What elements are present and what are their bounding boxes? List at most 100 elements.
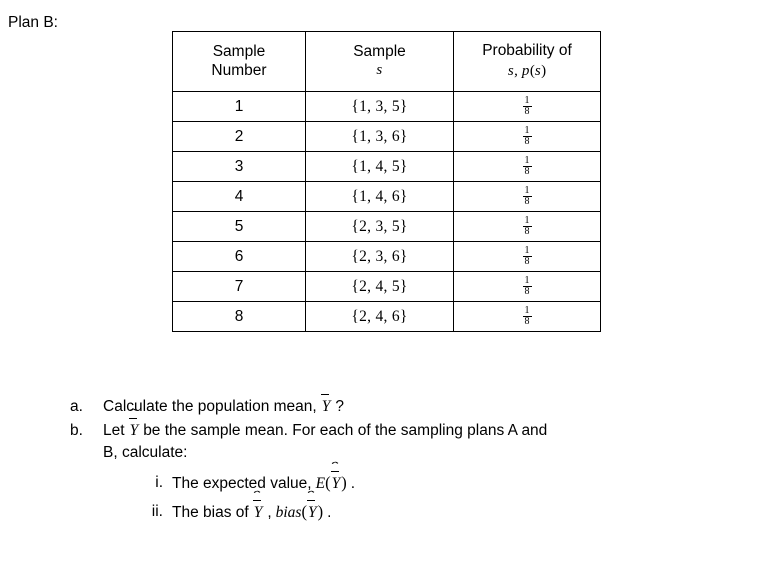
header-line-2-math: s, p(s) bbox=[454, 61, 600, 81]
fraction-denominator: 8 bbox=[524, 286, 530, 297]
question-a-text-after: ? bbox=[335, 398, 344, 415]
cell-sample-number: 2 bbox=[172, 121, 306, 152]
fraction-denominator: 8 bbox=[524, 136, 530, 147]
overbar-accent bbox=[321, 394, 329, 395]
table-row: 5 {2, 3, 5} 1 8 bbox=[172, 211, 601, 242]
question-item-b-i: i. The expected value, E(Y). bbox=[0, 471, 757, 495]
hat-accent bbox=[308, 492, 315, 497]
header-line-1: Sample bbox=[212, 42, 266, 60]
bias-operator: bias bbox=[275, 504, 302, 521]
question-item-a: a. Calculate the population mean, Y? bbox=[0, 394, 757, 418]
y-hat-bar-symbol: Y bbox=[253, 500, 264, 524]
plan-label: Plan B: bbox=[8, 14, 58, 31]
cell-probability: 1 8 bbox=[453, 241, 601, 272]
header-comma: , bbox=[514, 62, 518, 79]
question-marker-b: b. bbox=[70, 422, 83, 439]
question-b-text-after: be the sample mean. For each of the samp… bbox=[103, 422, 548, 461]
table-row: 3 {1, 4, 5} 1 8 bbox=[172, 151, 601, 182]
fraction-denominator: 8 bbox=[524, 106, 530, 117]
y-bar-symbol: Y bbox=[321, 394, 332, 418]
table-header-row: Sample Number Sample s Probability of s,… bbox=[172, 31, 601, 92]
hat-accent bbox=[332, 463, 339, 468]
cell-sample-number: 5 bbox=[172, 211, 306, 242]
fraction: 1 8 bbox=[522, 156, 532, 177]
fraction-denominator: 8 bbox=[524, 226, 530, 237]
y-glyph: Y bbox=[307, 504, 317, 521]
cell-sample-set: {1, 3, 6} bbox=[305, 121, 454, 152]
question-text-b-ii: The bias of Y, bias(Y). bbox=[172, 500, 757, 524]
cell-sample-set: {2, 3, 5} bbox=[305, 211, 454, 242]
y-glyph: Y bbox=[331, 475, 341, 492]
fraction-denominator: 8 bbox=[524, 316, 530, 327]
cell-probability: 1 8 bbox=[453, 301, 601, 332]
header-symbol-p: p bbox=[521, 62, 530, 79]
overbar-accent bbox=[129, 418, 137, 419]
cell-sample-number: 3 bbox=[172, 151, 306, 182]
sample-table: Sample Number Sample s Probability of s,… bbox=[172, 31, 601, 332]
y-glyph: Y bbox=[253, 504, 263, 521]
overbar-accent bbox=[253, 500, 261, 501]
y-hat-bar-symbol: Y bbox=[307, 500, 318, 524]
cell-sample-set: {2, 4, 5} bbox=[305, 271, 454, 302]
cell-sample-number: 8 bbox=[172, 301, 306, 332]
y-glyph: Y bbox=[321, 398, 331, 415]
question-bi-text-after: . bbox=[350, 475, 355, 492]
cell-sample-number: 1 bbox=[172, 91, 306, 122]
header-line-1: Sample bbox=[353, 42, 406, 60]
fraction-denominator: 8 bbox=[524, 256, 530, 267]
question-bii-comma: , bbox=[267, 504, 272, 521]
hat-accent bbox=[254, 492, 261, 497]
fraction: 1 8 bbox=[522, 246, 532, 267]
question-bii-text-before: The bias of bbox=[172, 504, 249, 521]
cell-probability: 1 8 bbox=[453, 151, 601, 182]
question-marker-b-i: i. bbox=[155, 474, 163, 491]
fraction-denominator: 8 bbox=[524, 196, 530, 207]
table-row: 2 {1, 3, 6} 1 8 bbox=[172, 121, 601, 152]
cell-sample-set: {1, 3, 5} bbox=[305, 91, 454, 122]
header-line-2: Number bbox=[211, 62, 267, 79]
table-row: 6 {2, 3, 6} 1 8 bbox=[172, 241, 601, 272]
header-symbol-s: s bbox=[376, 62, 383, 79]
y-hat-bar-symbol: Y bbox=[129, 418, 140, 442]
cell-sample-number: 4 bbox=[172, 181, 306, 212]
question-marker-a: a. bbox=[70, 398, 83, 415]
paren-close: ) bbox=[341, 473, 347, 492]
question-item-b: b. Let Ybe the sample mean. For each of t… bbox=[0, 418, 757, 464]
expectation-operator: E bbox=[315, 475, 326, 492]
cell-probability: 1 8 bbox=[453, 91, 601, 122]
header-line-1: Probability of bbox=[482, 42, 572, 60]
table-body: 1 {1, 3, 5} 1 8 2 {1, 3, 6} 1 8 3 {1, 4,… bbox=[172, 91, 601, 332]
cell-probability: 1 8 bbox=[453, 121, 601, 152]
question-bi-text-before: The expected value, bbox=[172, 475, 312, 492]
table-header: Sample Number Sample s Probability of s,… bbox=[172, 31, 601, 92]
fraction: 1 8 bbox=[522, 186, 532, 207]
fraction: 1 8 bbox=[522, 126, 532, 147]
y-glyph: Y bbox=[129, 422, 139, 439]
table-row: 8 {2, 4, 6} 1 8 bbox=[172, 301, 601, 332]
question-text-b: Let Ybe the sample mean. For each of the … bbox=[103, 418, 557, 464]
paren-close: ) bbox=[317, 502, 324, 521]
column-header-sample: Sample s bbox=[305, 31, 454, 92]
hat-accent bbox=[130, 410, 137, 415]
fraction: 1 8 bbox=[522, 276, 532, 297]
question-text-a: Calculate the population mean, Y? bbox=[103, 394, 557, 418]
table-row: 1 {1, 3, 5} 1 8 bbox=[172, 91, 601, 122]
table-row: 4 {1, 4, 6} 1 8 bbox=[172, 181, 601, 212]
question-marker-b-ii: ii. bbox=[151, 503, 163, 520]
overbar-accent bbox=[307, 500, 316, 501]
question-b-text-before: Let bbox=[103, 422, 125, 439]
cell-probability: 1 8 bbox=[453, 181, 601, 212]
table-row: 7 {2, 4, 5} 1 8 bbox=[172, 271, 601, 302]
cell-sample-number: 7 bbox=[172, 271, 306, 302]
question-item-b-ii: ii. The bias of Y, bias(Y). bbox=[0, 500, 757, 524]
cell-sample-set: {2, 4, 6} bbox=[305, 301, 454, 332]
question-bii-text-after: . bbox=[327, 504, 332, 521]
column-header-sample-number: Sample Number bbox=[172, 31, 306, 92]
overbar-accent bbox=[331, 471, 339, 472]
fraction: 1 8 bbox=[522, 306, 532, 327]
column-header-probability: Probability of s, p(s) bbox=[453, 31, 601, 92]
header-paren-close: ) bbox=[541, 62, 547, 79]
cell-sample-number: 6 bbox=[172, 241, 306, 272]
y-hat-bar-symbol: Y bbox=[331, 471, 342, 495]
cell-sample-set: {2, 3, 6} bbox=[305, 241, 454, 272]
